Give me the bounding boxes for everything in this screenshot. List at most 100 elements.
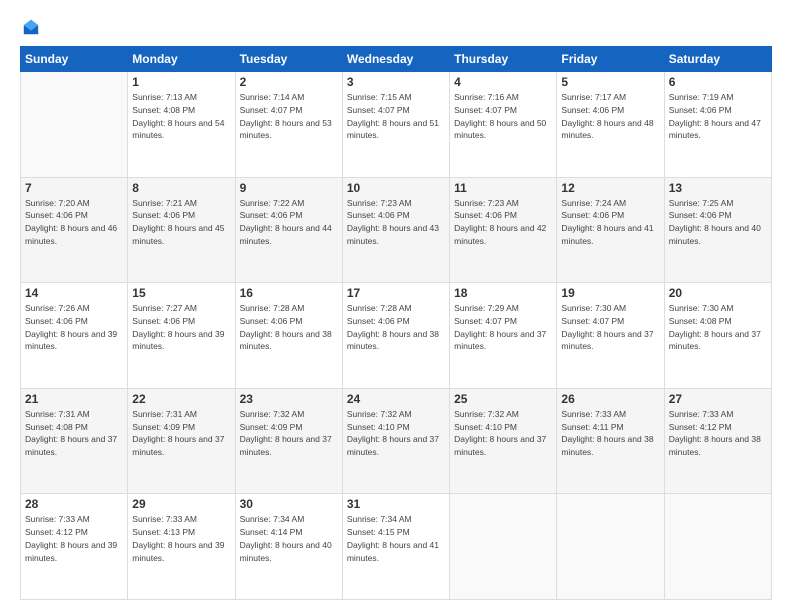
day-info: Sunrise: 7:23 AMSunset: 4:06 PMDaylight:… xyxy=(347,198,439,246)
calendar-cell: 19 Sunrise: 7:30 AMSunset: 4:07 PMDaylig… xyxy=(557,283,664,389)
calendar-cell: 23 Sunrise: 7:32 AMSunset: 4:09 PMDaylig… xyxy=(235,388,342,494)
day-number: 17 xyxy=(347,286,445,300)
calendar-cell: 12 Sunrise: 7:24 AMSunset: 4:06 PMDaylig… xyxy=(557,177,664,283)
calendar-cell: 20 Sunrise: 7:30 AMSunset: 4:08 PMDaylig… xyxy=(664,283,771,389)
day-number: 31 xyxy=(347,497,445,511)
day-info: Sunrise: 7:34 AMSunset: 4:14 PMDaylight:… xyxy=(240,514,332,562)
day-info: Sunrise: 7:32 AMSunset: 4:10 PMDaylight:… xyxy=(347,409,439,457)
day-info: Sunrise: 7:33 AMSunset: 4:11 PMDaylight:… xyxy=(561,409,653,457)
logo-icon xyxy=(22,18,40,36)
day-info: Sunrise: 7:31 AMSunset: 4:08 PMDaylight:… xyxy=(25,409,117,457)
day-info: Sunrise: 7:33 AMSunset: 4:13 PMDaylight:… xyxy=(132,514,224,562)
day-number: 13 xyxy=(669,181,767,195)
day-number: 26 xyxy=(561,392,659,406)
calendar-week-1: 1 Sunrise: 7:13 AMSunset: 4:08 PMDayligh… xyxy=(21,72,772,178)
day-info: Sunrise: 7:21 AMSunset: 4:06 PMDaylight:… xyxy=(132,198,224,246)
day-header-thursday: Thursday xyxy=(450,47,557,72)
day-number: 20 xyxy=(669,286,767,300)
calendar-cell: 2 Sunrise: 7:14 AMSunset: 4:07 PMDayligh… xyxy=(235,72,342,178)
calendar-week-4: 21 Sunrise: 7:31 AMSunset: 4:08 PMDaylig… xyxy=(21,388,772,494)
day-number: 27 xyxy=(669,392,767,406)
day-number: 22 xyxy=(132,392,230,406)
day-info: Sunrise: 7:27 AMSunset: 4:06 PMDaylight:… xyxy=(132,303,224,351)
calendar-table: SundayMondayTuesdayWednesdayThursdayFrid… xyxy=(20,46,772,600)
day-info: Sunrise: 7:30 AMSunset: 4:07 PMDaylight:… xyxy=(561,303,653,351)
day-number: 12 xyxy=(561,181,659,195)
day-info: Sunrise: 7:15 AMSunset: 4:07 PMDaylight:… xyxy=(347,92,439,140)
day-header-saturday: Saturday xyxy=(664,47,771,72)
calendar-cell: 29 Sunrise: 7:33 AMSunset: 4:13 PMDaylig… xyxy=(128,494,235,600)
day-number: 5 xyxy=(561,75,659,89)
calendar-week-2: 7 Sunrise: 7:20 AMSunset: 4:06 PMDayligh… xyxy=(21,177,772,283)
day-number: 4 xyxy=(454,75,552,89)
day-number: 18 xyxy=(454,286,552,300)
day-number: 25 xyxy=(454,392,552,406)
day-info: Sunrise: 7:17 AMSunset: 4:06 PMDaylight:… xyxy=(561,92,653,140)
day-info: Sunrise: 7:29 AMSunset: 4:07 PMDaylight:… xyxy=(454,303,546,351)
calendar-cell: 1 Sunrise: 7:13 AMSunset: 4:08 PMDayligh… xyxy=(128,72,235,178)
day-info: Sunrise: 7:33 AMSunset: 4:12 PMDaylight:… xyxy=(669,409,761,457)
day-info: Sunrise: 7:13 AMSunset: 4:08 PMDaylight:… xyxy=(132,92,224,140)
day-info: Sunrise: 7:31 AMSunset: 4:09 PMDaylight:… xyxy=(132,409,224,457)
calendar-header-row: SundayMondayTuesdayWednesdayThursdayFrid… xyxy=(21,47,772,72)
day-number: 24 xyxy=(347,392,445,406)
calendar-cell: 18 Sunrise: 7:29 AMSunset: 4:07 PMDaylig… xyxy=(450,283,557,389)
day-number: 3 xyxy=(347,75,445,89)
calendar-cell xyxy=(21,72,128,178)
calendar-cell: 5 Sunrise: 7:17 AMSunset: 4:06 PMDayligh… xyxy=(557,72,664,178)
day-number: 23 xyxy=(240,392,338,406)
calendar-week-3: 14 Sunrise: 7:26 AMSunset: 4:06 PMDaylig… xyxy=(21,283,772,389)
day-number: 2 xyxy=(240,75,338,89)
day-header-wednesday: Wednesday xyxy=(342,47,449,72)
calendar-cell: 15 Sunrise: 7:27 AMSunset: 4:06 PMDaylig… xyxy=(128,283,235,389)
calendar-cell: 22 Sunrise: 7:31 AMSunset: 4:09 PMDaylig… xyxy=(128,388,235,494)
calendar-cell: 30 Sunrise: 7:34 AMSunset: 4:14 PMDaylig… xyxy=(235,494,342,600)
day-info: Sunrise: 7:24 AMSunset: 4:06 PMDaylight:… xyxy=(561,198,653,246)
calendar-cell: 24 Sunrise: 7:32 AMSunset: 4:10 PMDaylig… xyxy=(342,388,449,494)
day-number: 15 xyxy=(132,286,230,300)
calendar-cell: 10 Sunrise: 7:23 AMSunset: 4:06 PMDaylig… xyxy=(342,177,449,283)
calendar-cell: 31 Sunrise: 7:34 AMSunset: 4:15 PMDaylig… xyxy=(342,494,449,600)
day-number: 14 xyxy=(25,286,123,300)
calendar-cell: 9 Sunrise: 7:22 AMSunset: 4:06 PMDayligh… xyxy=(235,177,342,283)
day-info: Sunrise: 7:26 AMSunset: 4:06 PMDaylight:… xyxy=(25,303,117,351)
calendar-cell: 27 Sunrise: 7:33 AMSunset: 4:12 PMDaylig… xyxy=(664,388,771,494)
calendar-cell: 11 Sunrise: 7:23 AMSunset: 4:06 PMDaylig… xyxy=(450,177,557,283)
day-info: Sunrise: 7:33 AMSunset: 4:12 PMDaylight:… xyxy=(25,514,117,562)
day-number: 7 xyxy=(25,181,123,195)
day-header-tuesday: Tuesday xyxy=(235,47,342,72)
calendar-cell: 16 Sunrise: 7:28 AMSunset: 4:06 PMDaylig… xyxy=(235,283,342,389)
calendar-cell: 26 Sunrise: 7:33 AMSunset: 4:11 PMDaylig… xyxy=(557,388,664,494)
calendar-cell: 14 Sunrise: 7:26 AMSunset: 4:06 PMDaylig… xyxy=(21,283,128,389)
day-number: 19 xyxy=(561,286,659,300)
logo xyxy=(20,18,40,36)
calendar-week-5: 28 Sunrise: 7:33 AMSunset: 4:12 PMDaylig… xyxy=(21,494,772,600)
calendar-cell: 17 Sunrise: 7:28 AMSunset: 4:06 PMDaylig… xyxy=(342,283,449,389)
day-header-friday: Friday xyxy=(557,47,664,72)
day-info: Sunrise: 7:28 AMSunset: 4:06 PMDaylight:… xyxy=(240,303,332,351)
day-number: 21 xyxy=(25,392,123,406)
header xyxy=(20,18,772,36)
day-info: Sunrise: 7:22 AMSunset: 4:06 PMDaylight:… xyxy=(240,198,332,246)
calendar-cell xyxy=(664,494,771,600)
page: SundayMondayTuesdayWednesdayThursdayFrid… xyxy=(0,0,792,612)
day-info: Sunrise: 7:32 AMSunset: 4:10 PMDaylight:… xyxy=(454,409,546,457)
calendar-cell: 21 Sunrise: 7:31 AMSunset: 4:08 PMDaylig… xyxy=(21,388,128,494)
day-number: 28 xyxy=(25,497,123,511)
calendar-cell: 28 Sunrise: 7:33 AMSunset: 4:12 PMDaylig… xyxy=(21,494,128,600)
day-info: Sunrise: 7:23 AMSunset: 4:06 PMDaylight:… xyxy=(454,198,546,246)
calendar-cell xyxy=(450,494,557,600)
calendar-cell: 13 Sunrise: 7:25 AMSunset: 4:06 PMDaylig… xyxy=(664,177,771,283)
day-info: Sunrise: 7:19 AMSunset: 4:06 PMDaylight:… xyxy=(669,92,761,140)
day-info: Sunrise: 7:14 AMSunset: 4:07 PMDaylight:… xyxy=(240,92,332,140)
day-number: 16 xyxy=(240,286,338,300)
day-info: Sunrise: 7:25 AMSunset: 4:06 PMDaylight:… xyxy=(669,198,761,246)
day-info: Sunrise: 7:30 AMSunset: 4:08 PMDaylight:… xyxy=(669,303,761,351)
day-number: 6 xyxy=(669,75,767,89)
day-info: Sunrise: 7:20 AMSunset: 4:06 PMDaylight:… xyxy=(25,198,117,246)
day-number: 9 xyxy=(240,181,338,195)
day-number: 11 xyxy=(454,181,552,195)
calendar-cell: 8 Sunrise: 7:21 AMSunset: 4:06 PMDayligh… xyxy=(128,177,235,283)
day-header-monday: Monday xyxy=(128,47,235,72)
calendar-cell: 6 Sunrise: 7:19 AMSunset: 4:06 PMDayligh… xyxy=(664,72,771,178)
